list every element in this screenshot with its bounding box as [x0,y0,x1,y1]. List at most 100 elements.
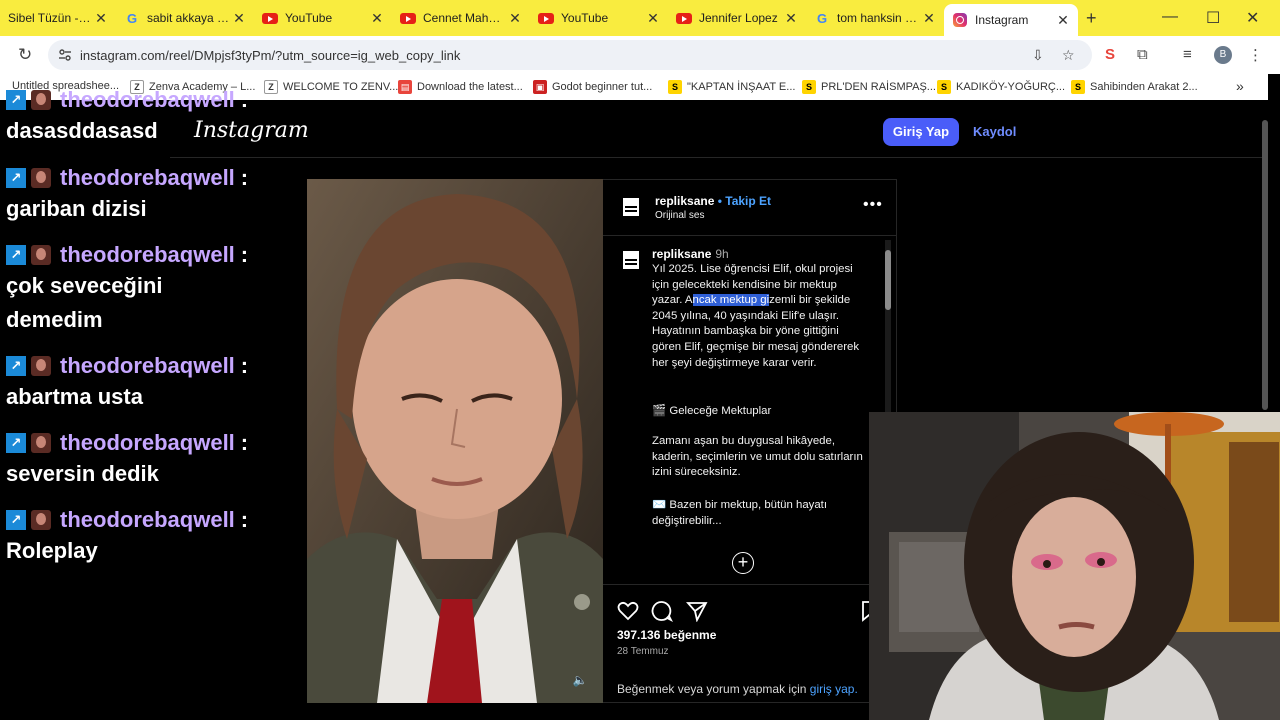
close-icon[interactable]: ✕ [506,10,524,27]
bookmark-label: Sahibinden Arakat 2... [1090,81,1198,93]
chat-username: theodorebaqwell [60,430,235,455]
badge-icon: ↗ [6,245,26,265]
instagram-header: Instagram Giriş Yap Kaydol [170,104,1264,158]
tab-title: Cennet Mahalle [423,11,506,25]
instagram-icon [952,12,968,28]
tab-sibel[interactable]: Sibel Tüzün - Su ✕ [0,4,116,32]
share-icon[interactable] [686,600,708,622]
reel-video[interactable]: 🔈 [307,179,603,703]
bookmark-label: Godot beginner tut... [552,81,653,93]
media-control-icon[interactable]: ≡ [1183,46,1192,63]
caption-username[interactable]: repliksane 9h [652,247,729,261]
youtube-icon [676,10,692,26]
chevron-right-icon[interactable]: » [1236,78,1244,94]
chat-message-header: ↗ theodorebaqwell : [6,241,248,269]
badge-icon: ↗ [6,90,26,110]
post-panel: repliksane • Takip Et Orijinal ses ••• r… [603,179,897,703]
google-icon: G [126,10,138,26]
close-icon[interactable]: ✕ [782,10,800,27]
bookmark-item[interactable]: ▤ Download the latest... [398,80,523,94]
divider [603,235,896,236]
extensions-puzzle-icon[interactable]: ⧉ [1137,46,1148,63]
bookmark-star-icon[interactable]: ☆ [1062,47,1075,64]
close-icon[interactable]: ✕ [1054,12,1072,29]
close-icon[interactable]: ✕ [230,10,248,27]
tab-title: YouTube [285,11,333,25]
address-bar[interactable]: instagram.com/reel/DMpjsf3tyPm/?utm_sour… [48,40,1092,70]
load-more-comments-icon[interactable]: + [732,552,754,574]
close-icon[interactable]: ✕ [920,10,938,27]
login-button[interactable]: Giriş Yap [883,118,959,146]
bookmark-item[interactable]: ▣ Godot beginner tut... [533,80,652,94]
page-scrollbar[interactable] [1262,120,1268,410]
tab-sabit-akkaya[interactable]: G sabit akkaya - G ✕ [116,4,254,32]
like-count[interactable]: 397.136 beğenme [617,628,716,642]
extension-s-icon[interactable]: S [1105,46,1115,63]
browser-toolbar: ↻ instagram.com/reel/DMpjsf3tyPm/?utm_so… [0,36,1280,74]
more-options-icon[interactable]: ••• [863,196,883,214]
caption-paragraph: ✉️ Bazen bir mektup, bütün hayatı değişt… [652,499,828,527]
new-tab-button[interactable]: + [1086,8,1097,29]
chat-colon: : [240,165,249,190]
download-icon: ▤ [398,80,412,94]
avatar-badge [31,356,51,376]
like-heart-icon[interactable] [617,600,639,622]
tab-instagram[interactable]: Instagram ✕ [944,4,1078,36]
chat-username: theodorebaqwell [60,165,235,190]
bookmark-item[interactable]: S KADIKÖY-YOĞURÇ... [937,80,1065,94]
comment-icon[interactable] [651,600,673,622]
signup-link[interactable]: Kaydol [973,124,1016,139]
tab-youtube-2[interactable]: YouTube ✕ [530,4,668,32]
avatar-badge [31,433,51,453]
tab-title: Instagram [975,13,1029,27]
minimize-button[interactable]: — [1162,8,1178,26]
caption-avatar[interactable] [621,249,641,273]
author-name[interactable]: repliksane [655,194,714,208]
tab-tom-hanks[interactable]: G tom hanksin üye ✕ [806,4,944,32]
site-info-icon[interactable] [58,48,72,62]
chat-text: Roleplay [6,538,98,563]
login-link[interactable]: giriş yap. [810,682,858,696]
chat-text: seversin dedik [6,461,159,486]
stream-chat-overlay: ↗ theodorebaqwell : dasasddasasd ↗ theod… [0,84,300,584]
avatar-badge [31,90,51,110]
avatar-badge [31,510,51,530]
menu-kebab-icon[interactable]: ⋮ [1248,46,1263,64]
follow-link[interactable]: • Takip Et [718,194,771,208]
badge-icon: ↗ [6,356,26,376]
youtube-icon [262,10,278,26]
close-icon[interactable]: ✕ [368,10,386,27]
divider [603,584,896,585]
tab-jennifer-lopez[interactable]: Jennifer Lopez ✕ [668,4,806,32]
close-window-button[interactable]: ✕ [1246,8,1259,28]
caption-scrollbar-thumb[interactable] [885,250,891,310]
chat-message-header: ↗ theodorebaqwell : [6,429,296,457]
audio-label[interactable]: Orijinal ses [655,210,704,221]
volume-icon[interactable]: 🔈 [569,669,591,691]
video-frame [307,179,603,703]
bookmark-item[interactable]: S "KAPTAN İNŞAAT E... [668,80,795,94]
reload-icon[interactable]: ↻ [18,45,32,65]
author-avatar[interactable] [621,196,641,220]
maximize-button[interactable]: ☐ [1206,8,1220,28]
post-date[interactable]: 28 Temmuz [617,646,669,657]
caption-user-name[interactable]: repliksane [652,247,711,261]
chat-username: theodorebaqwell [60,507,235,532]
profile-avatar[interactable]: B [1214,46,1232,64]
bookmark-item[interactable]: S Sahibinden Arakat 2... [1071,80,1198,94]
bookmark-item[interactable]: S PRL'DEN RAİSMPAŞ... [802,80,936,94]
install-app-icon[interactable]: ⇩ [1032,47,1044,64]
close-icon[interactable]: ✕ [92,10,110,27]
sahibinden-icon: S [1071,80,1085,94]
tab-youtube-1[interactable]: YouTube ✕ [254,4,392,32]
tab-title: sabit akkaya - G [147,11,230,25]
godot-icon: ▣ [533,80,547,94]
youtube-icon [400,10,416,26]
close-icon[interactable]: ✕ [644,10,662,27]
tab-cennet-mahallesi[interactable]: Cennet Mahalle ✕ [392,4,530,32]
post-author[interactable]: repliksane • Takip Et [655,194,771,208]
caption-selected-text: ncak mektup gi [692,294,770,307]
chat-message-header: ↗ theodorebaqwell : [6,352,296,380]
chat-text: dasasddasasd [6,118,158,143]
chat-message-header: ↗ theodorebaqwell : [6,506,296,534]
